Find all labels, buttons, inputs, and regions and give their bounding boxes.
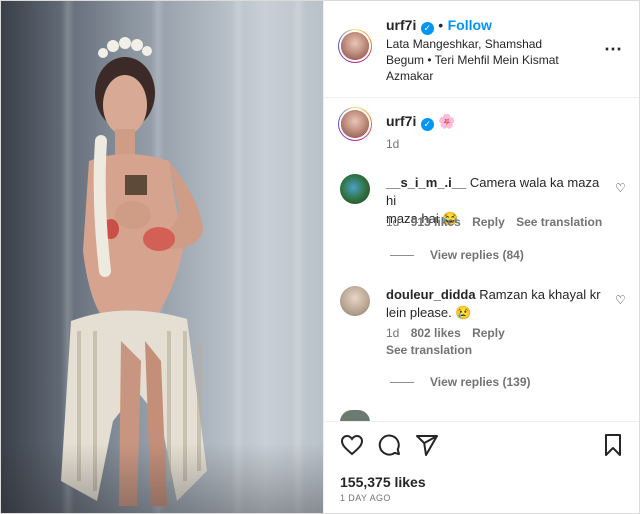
share-send-icon[interactable]: [415, 433, 439, 457]
commenter-username[interactable]: douleur_didda: [386, 287, 476, 302]
view-replies-label: View replies (139): [430, 375, 531, 389]
view-replies-label: View replies (84): [430, 248, 524, 262]
like-comment-icon[interactable]: ♡: [615, 181, 627, 195]
author-avatar[interactable]: [338, 29, 372, 63]
like-comment-icon[interactable]: ♡: [615, 293, 627, 307]
comment-meta: 1d 913 likes Reply See translation: [386, 215, 602, 229]
see-translation-button[interactable]: See translation: [386, 343, 472, 357]
replies-line: [390, 255, 414, 257]
comment-text-cont: lein please. 😢: [386, 305, 472, 320]
comment-likes[interactable]: 913 likes: [411, 215, 461, 229]
author-username[interactable]: urf7i: [386, 17, 416, 33]
save-bookmark-icon[interactable]: [601, 433, 625, 457]
reply-button[interactable]: Reply: [472, 326, 505, 340]
audio-line-3: Azmakar: [386, 69, 434, 83]
view-replies-button[interactable]: View replies (139): [390, 375, 531, 389]
floor-shadow: [1, 443, 323, 513]
actions-divider: [324, 421, 639, 422]
audio-info[interactable]: Lata Mangeshkar, Shamshad Begum • Teri M…: [386, 36, 596, 84]
comment-bubble-icon[interactable]: [377, 433, 401, 457]
like-heart-icon[interactable]: [340, 433, 364, 457]
post-photo[interactable]: [1, 1, 323, 513]
comment-time[interactable]: 1d: [386, 215, 399, 229]
post-modal: urf7i ✓ • Follow Lata Mangeshkar, Shamsh…: [0, 0, 640, 514]
caption-line: urf7i ✓ 🌸: [386, 113, 456, 131]
person-figure: [61, 37, 207, 506]
verified-badge-icon: ✓: [420, 22, 434, 35]
post-date[interactable]: 1 DAY AGO: [340, 493, 391, 503]
comment-time[interactable]: 1d: [386, 326, 399, 340]
post-header: urf7i ✓ • Follow: [386, 17, 492, 35]
comment-meta: 1d 802 likes Reply: [386, 326, 505, 340]
header-divider: [324, 97, 639, 98]
post-side-panel: urf7i ✓ • Follow Lata Mangeshkar, Shamsh…: [323, 1, 639, 513]
audio-line-1: Lata Mangeshkar, Shamshad: [386, 37, 543, 51]
post-likes-count[interactable]: 155,375 likes: [340, 474, 426, 490]
caption-text: 🌸: [438, 113, 456, 129]
comment-likes[interactable]: 802 likes: [411, 326, 461, 340]
comment-body: douleur_didda Ramzan ka khayal kr lein p…: [386, 286, 604, 322]
caption-username[interactable]: urf7i: [386, 113, 416, 129]
caption-time[interactable]: 1d: [386, 137, 399, 151]
audio-line-2: Begum • Teri Mehfil Mein Kismat: [386, 53, 559, 67]
follow-button[interactable]: Follow: [448, 17, 492, 33]
separator-dot: •: [438, 17, 444, 33]
verified-badge-icon: ✓: [420, 118, 434, 131]
commenter-username[interactable]: __s_i_m_.i__: [386, 175, 466, 190]
replies-line: [390, 382, 414, 384]
comment-text: Ramzan ka khayal kr: [479, 287, 601, 302]
commenter-avatar[interactable]: [340, 174, 370, 204]
more-options-icon[interactable]: ⋯: [604, 39, 623, 60]
reply-button[interactable]: Reply: [472, 215, 505, 229]
view-replies-button[interactable]: View replies (84): [390, 248, 524, 262]
commenter-avatar[interactable]: [340, 286, 370, 316]
caption-avatar[interactable]: [338, 107, 372, 141]
see-translation-button[interactable]: See translation: [516, 215, 602, 229]
